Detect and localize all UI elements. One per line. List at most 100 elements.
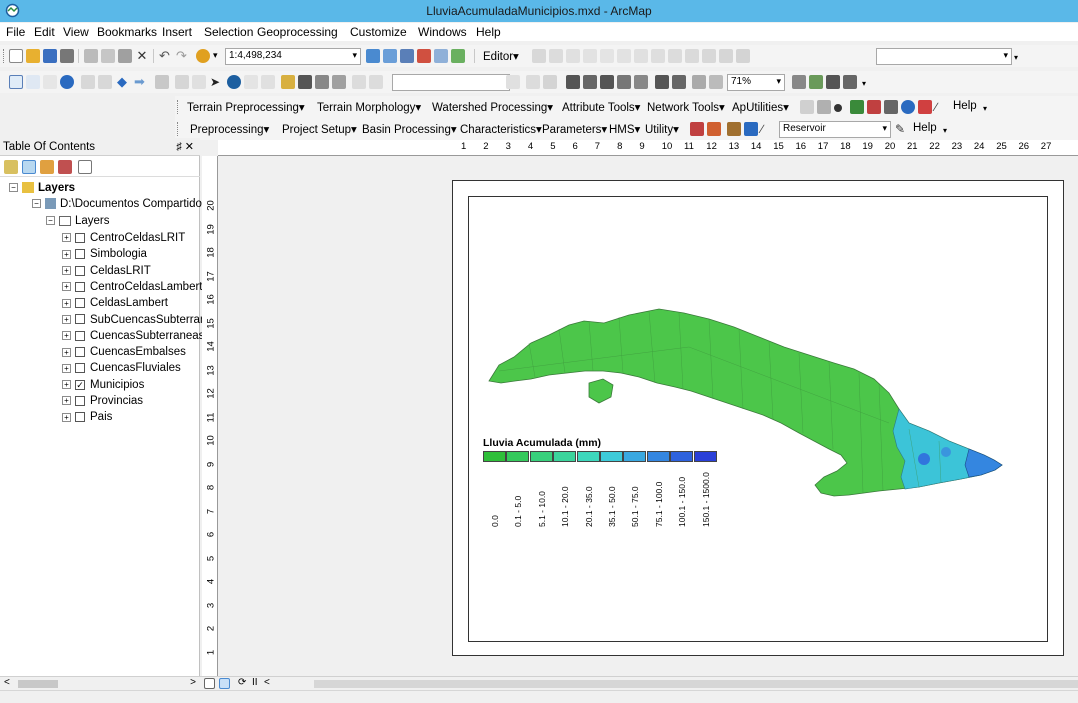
fixed-zoom-out-icon[interactable] — [98, 75, 112, 89]
new-document-icon[interactable] — [9, 49, 23, 63]
menu-customize[interactable]: Customize — [350, 25, 407, 39]
sketch-properties-icon[interactable] — [719, 49, 733, 63]
layout-page[interactable]: Lluvia Acumulada (mm) 0.0 0.1 - 5.0 5.1 - … — [452, 180, 1064, 656]
change-layout-icon[interactable] — [692, 75, 706, 89]
map-scale-combo[interactable]: 1:4,498,234 ▾ — [225, 48, 361, 65]
map-legend[interactable]: Lluvia Acumulada (mm) 0.0 0.1 - 5.0 5.1 - … — [483, 437, 717, 527]
chevron-down-icon[interactable]: ▾ — [776, 76, 781, 87]
expand-icon[interactable]: + — [62, 233, 71, 243]
chevron-down-icon[interactable]: ▾ — [352, 50, 357, 61]
toolbar-options-icon[interactable]: ▾ — [862, 79, 866, 88]
network-tools-menu[interactable]: Network Tools▾ — [647, 100, 725, 114]
toc-horizontal-scrollbar[interactable]: < > — [0, 676, 200, 690]
expand-icon[interactable]: + — [62, 249, 71, 259]
scroll-left-icon[interactable]: < — [264, 677, 270, 688]
model-builder-icon[interactable] — [451, 49, 465, 63]
menu-insert[interactable]: Insert — [162, 25, 192, 39]
layer-item[interactable]: + CuencasFluviales — [62, 362, 181, 374]
paste-icon[interactable] — [118, 49, 132, 63]
catalog-icon[interactable] — [400, 49, 414, 63]
measure-icon[interactable] — [281, 75, 295, 89]
edit-pencil-icon[interactable]: ∕ — [761, 122, 775, 136]
fixed-zoom-layout-icon[interactable] — [617, 75, 631, 89]
zoom-out-layout-icon[interactable] — [809, 75, 823, 89]
select-elements-icon[interactable]: ➤ — [210, 75, 224, 89]
trace-by-click-icon[interactable] — [850, 100, 864, 114]
hms-menu[interactable]: HMS▾ — [609, 122, 640, 136]
layer-visibility-checkbox[interactable] — [75, 281, 85, 292]
find-binoculars-icon[interactable] — [298, 75, 312, 89]
parameters-menu[interactable]: Parameters▾ — [542, 122, 607, 136]
layer-visibility-checkbox[interactable]: ✓ — [75, 379, 85, 390]
create-features-icon[interactable] — [736, 49, 750, 63]
expand-icon[interactable]: + — [62, 282, 71, 292]
layer-visibility-checkbox[interactable] — [75, 347, 85, 358]
layer-item[interactable]: + CuencasEmbalses — [62, 346, 186, 358]
edit-tool-icon[interactable] — [532, 49, 546, 63]
expand-icon[interactable]: + — [62, 363, 71, 373]
zoom-100-icon[interactable] — [583, 75, 597, 89]
create-viewer-window-icon[interactable] — [369, 75, 383, 89]
scroll-thumb[interactable] — [18, 680, 58, 688]
toolbar-grip[interactable] — [177, 122, 180, 136]
go-to-xy-icon[interactable] — [332, 75, 346, 89]
edit-annotation-icon[interactable] — [549, 49, 563, 63]
flag-icon[interactable] — [918, 100, 932, 114]
straight-segment-icon[interactable] — [566, 49, 580, 63]
python-window-icon[interactable] — [434, 49, 448, 63]
html-popup-icon[interactable] — [261, 75, 275, 89]
menu-geoprocessing[interactable]: Geoprocessing — [257, 25, 338, 39]
save-icon[interactable] — [43, 49, 57, 63]
collapse-icon[interactable]: − — [46, 216, 55, 226]
cut-polygons-icon[interactable] — [651, 49, 665, 63]
layout-view-icon[interactable] — [219, 678, 230, 689]
zoom-in-layout-icon[interactable] — [792, 75, 806, 89]
layer-visibility-checkbox[interactable] — [75, 395, 85, 406]
characteristics-menu[interactable]: Characteristics▾ — [460, 122, 542, 136]
edit-vertices-icon[interactable] — [617, 49, 631, 63]
layer-item[interactable]: + CentroCeldasLRIT — [62, 232, 185, 244]
list-by-drawing-order-icon[interactable] — [4, 160, 18, 174]
clear-selection-icon[interactable] — [175, 75, 189, 89]
expand-icon[interactable]: + — [62, 266, 71, 276]
expand-icon[interactable]: + — [62, 412, 71, 422]
toc-pin-close-icon[interactable]: ♯ ✕ — [176, 140, 194, 153]
rotate-icon[interactable] — [685, 49, 699, 63]
table-of-contents-icon[interactable] — [383, 49, 397, 63]
attributes-icon[interactable] — [702, 49, 716, 63]
layer-item[interactable]: + CuencasSubterraneas — [62, 330, 204, 342]
effects-icon[interactable] — [543, 75, 557, 89]
layout-properties-icon[interactable] — [826, 75, 840, 89]
layer-item[interactable]: + SubCuencasSubterran — [62, 314, 206, 326]
copy-icon[interactable] — [101, 49, 115, 63]
point-icon[interactable] — [600, 49, 614, 63]
layer-combo-dropdown-icon[interactable] — [506, 75, 520, 89]
flow-network-icon[interactable] — [884, 100, 898, 114]
layout-zoom-combo[interactable]: 71% ▾ — [727, 74, 785, 91]
reservoir-combo[interactable]: Reservoir ▾ — [779, 121, 891, 138]
data-frame[interactable]: Lluvia Acumulada (mm) 0.0 0.1 - 5.0 5.1 - … — [468, 196, 1048, 642]
pause-drawing-icon[interactable]: II — [252, 677, 258, 688]
expand-icon[interactable]: + — [62, 298, 71, 308]
river-merge-icon[interactable] — [727, 122, 741, 136]
zoom-out-icon[interactable] — [26, 75, 40, 89]
layer-visibility-checkbox[interactable] — [75, 249, 85, 260]
project-setup-menu[interactable]: Project Setup▾ — [282, 122, 357, 136]
split-icon[interactable] — [668, 49, 682, 63]
layout-view[interactable]: Lluvia Acumulada (mm) 0.0 0.1 - 5.0 5.1 - … — [218, 156, 1078, 676]
select-by-graphics-icon[interactable] — [192, 75, 206, 89]
swipe-icon[interactable] — [526, 75, 540, 89]
zoom-whole-page-icon[interactable] — [566, 75, 580, 89]
scroll-left-icon[interactable]: < — [4, 677, 10, 688]
terrain-morphology-menu[interactable]: Terrain Morphology▾ — [317, 100, 421, 114]
redo-icon[interactable]: ↷ — [176, 49, 190, 63]
back-arrow-icon[interactable]: ◆ — [117, 75, 131, 89]
arctoolbox-icon[interactable] — [417, 49, 431, 63]
toolbar-grip[interactable] — [3, 49, 6, 63]
expand-icon[interactable]: + — [62, 380, 71, 390]
layer-visibility-checkbox[interactable] — [75, 298, 85, 309]
print-icon[interactable] — [60, 49, 74, 63]
menu-bookmarks[interactable]: Bookmarks — [97, 25, 157, 39]
menu-view[interactable]: View — [63, 25, 89, 39]
toggle-draft-mode-icon[interactable] — [655, 75, 669, 89]
